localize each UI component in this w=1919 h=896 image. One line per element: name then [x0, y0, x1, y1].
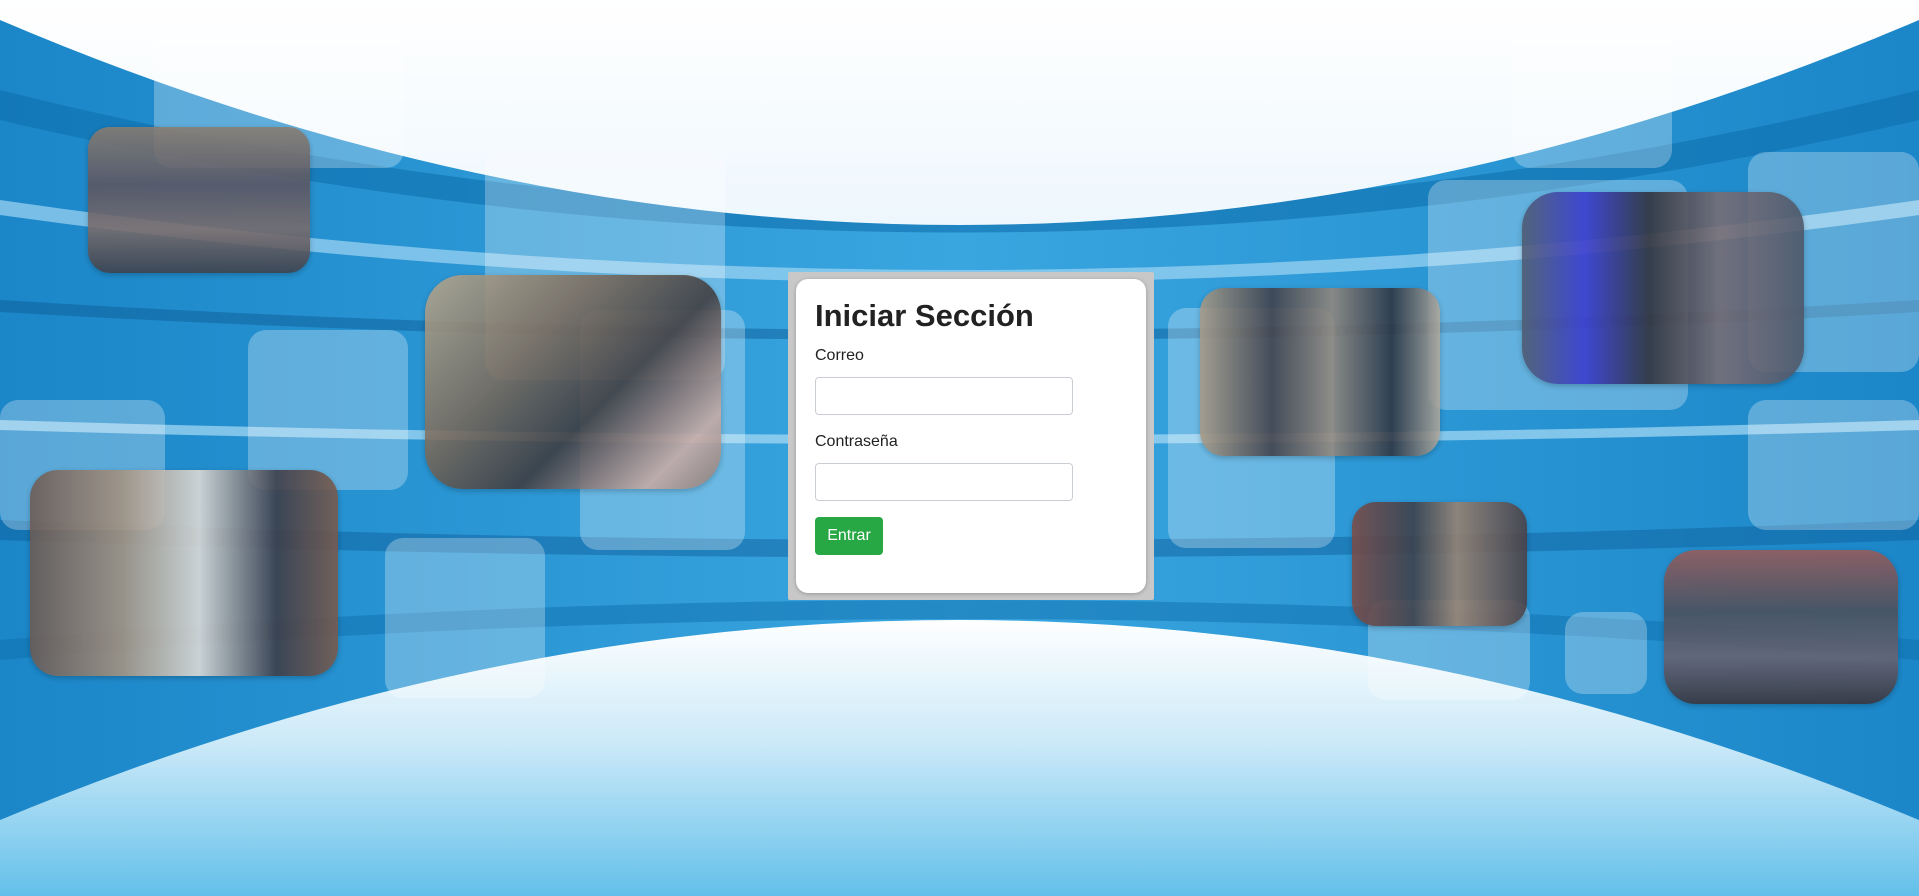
background-tile: [1748, 400, 1919, 530]
background-tile: [1512, 8, 1672, 168]
oath-group-photo: [1522, 192, 1804, 384]
background-tile: [1565, 612, 1647, 694]
large-group-photo: [1664, 550, 1898, 704]
panel-table-photo: [30, 470, 338, 676]
handshake-photo: [425, 275, 721, 489]
background-tile: [248, 330, 408, 490]
login-title: Iniciar Sección: [815, 298, 1034, 333]
email-label: Correo: [815, 347, 864, 364]
email-field[interactable]: [815, 377, 1073, 415]
ceremony-group-photo: [88, 127, 310, 273]
officials-table-photo: [1200, 288, 1440, 456]
panel-with-flag-photo: [1352, 502, 1527, 626]
password-field[interactable]: [815, 463, 1073, 501]
submit-button[interactable]: Entrar: [815, 517, 883, 555]
background-tile: [385, 538, 545, 698]
password-label: Contraseña: [815, 433, 898, 450]
login-page: Iniciar Sección Correo Contraseña Entrar: [0, 0, 1919, 896]
